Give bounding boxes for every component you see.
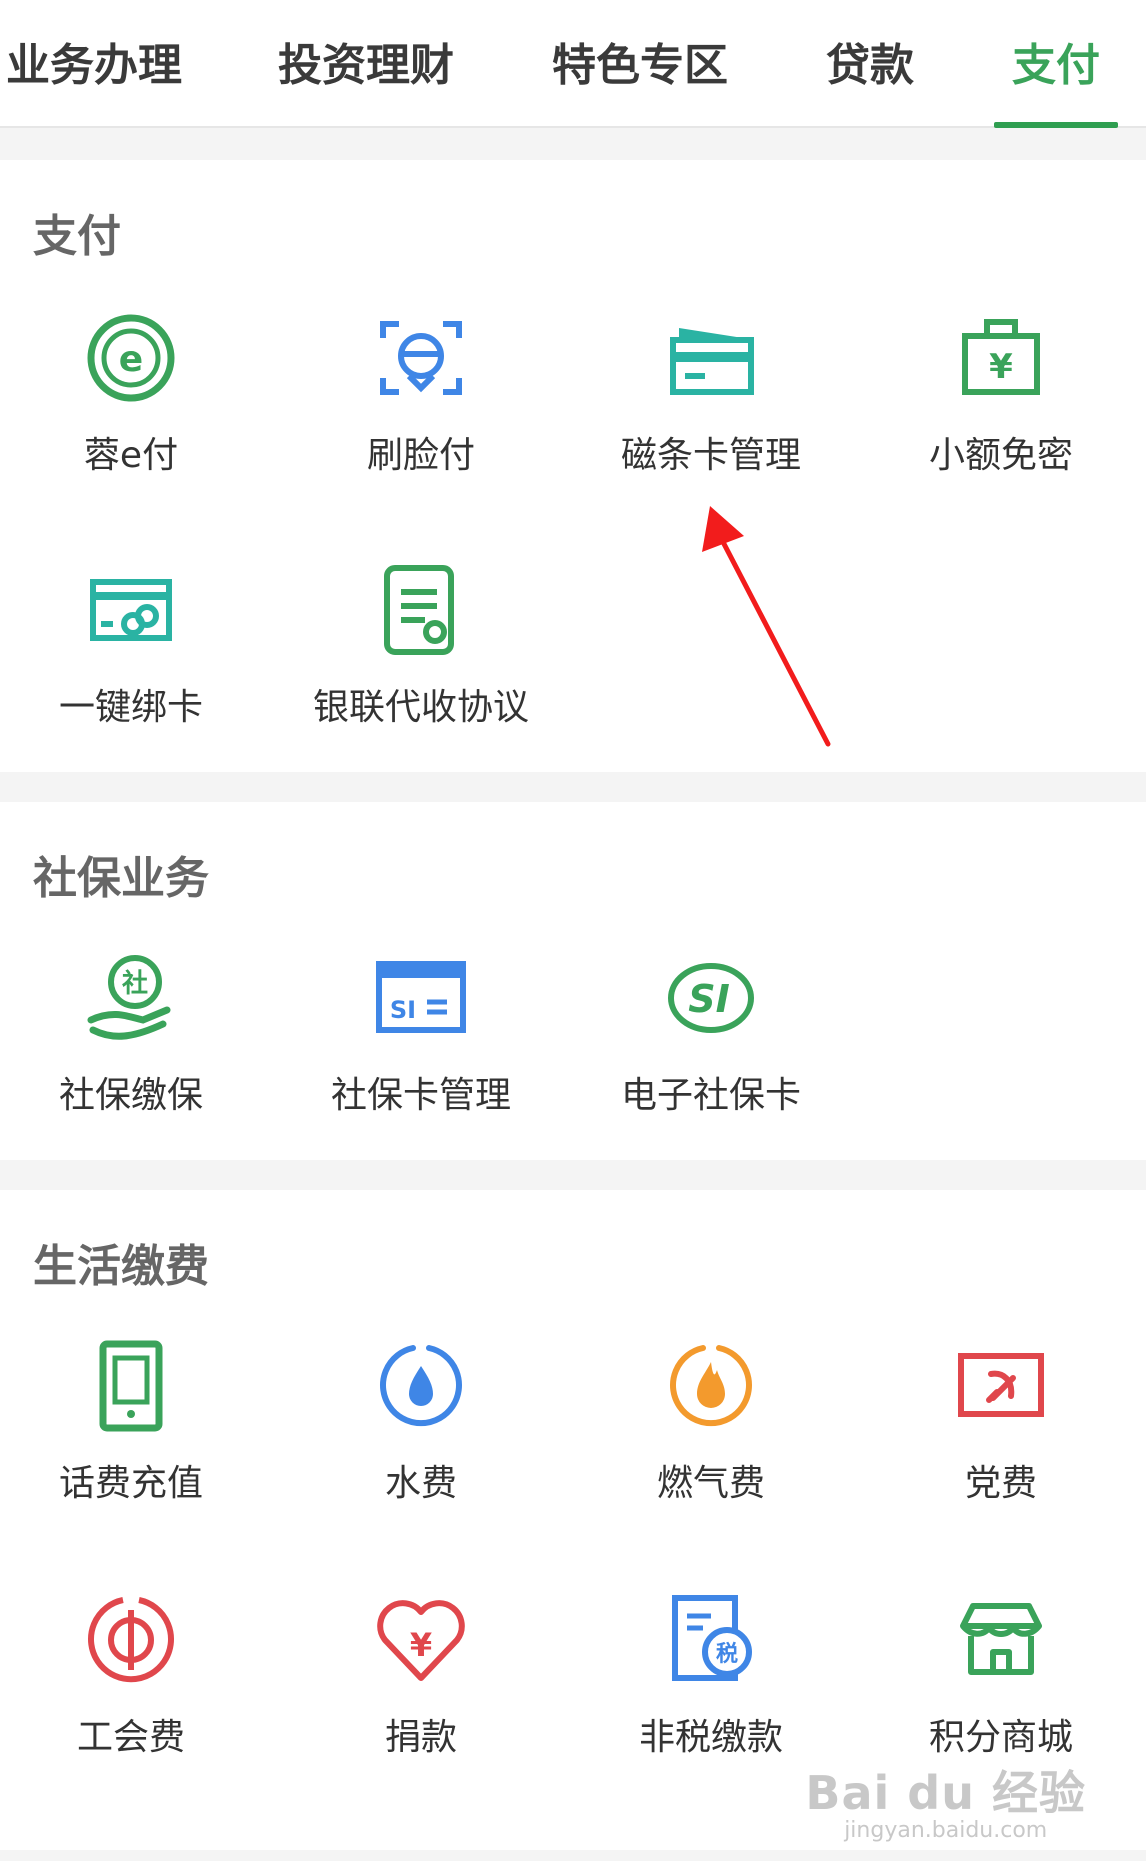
e-social-card-icon: SI	[663, 950, 759, 1046]
union-fee-icon	[83, 1592, 179, 1688]
watermark: Bai du 经验 jingyan.baidu.com	[805, 1768, 1086, 1843]
active-tab-indicator	[994, 122, 1118, 128]
bind-card-icon	[83, 562, 179, 658]
item-social-card[interactable]: SI 社保卡管理	[276, 950, 566, 1150]
magnetic-card-icon	[663, 310, 759, 406]
unionpay-agreement-icon	[373, 562, 469, 658]
item-label: 工会费	[76, 1717, 185, 1758]
section-title-social: 社保业务	[33, 853, 209, 904]
rong-e-glyph: e	[119, 339, 143, 380]
item-rong-e-pay[interactable]: e 蓉e付	[0, 310, 276, 510]
section-social-security: 社保业务 社 社保缴保 SI 社保卡管理 SI 电子社保卡	[0, 802, 1146, 1160]
item-party-fee[interactable]: 党费	[856, 1338, 1146, 1538]
item-face-pay[interactable]: 刷脸付	[276, 310, 566, 510]
watermark-logo: Bai du 经验	[805, 1766, 1086, 1821]
tax-glyph: 税	[716, 1641, 738, 1667]
si-glyph: SI	[390, 996, 416, 1024]
item-label: 话费充值	[58, 1463, 203, 1504]
item-label: 蓉e付	[83, 435, 179, 476]
tab-featured[interactable]: 特色专区	[552, 36, 728, 96]
section-payment: 支付 e 蓉e付 刷脸付 磁条卡管理 ¥ 小额免密 一键绑卡 银联代收协议	[0, 160, 1146, 772]
small-amount-icon: ¥	[953, 310, 1049, 406]
tab-business[interactable]: 业务办理	[6, 36, 182, 96]
item-label: 刷脸付	[366, 435, 475, 476]
item-phone-recharge[interactable]: 话费充值	[0, 1338, 276, 1538]
tab-loans[interactable]: 贷款	[826, 36, 914, 96]
social-card-icon: SI	[373, 950, 469, 1046]
yen-glyph: ¥	[410, 1626, 432, 1664]
item-label: 社保卡管理	[330, 1075, 511, 1116]
item-water[interactable]: 水费	[276, 1338, 566, 1538]
item-union-fee[interactable]: 工会费	[0, 1592, 276, 1792]
water-icon	[373, 1338, 469, 1434]
item-donation[interactable]: ¥ 捐款	[276, 1592, 566, 1792]
item-non-tax[interactable]: 税 非税缴款	[566, 1592, 856, 1792]
top-tab-bar: 业务办理 投资理财 特色专区 贷款 支付	[0, 0, 1146, 128]
item-label: 电子社保卡	[620, 1075, 801, 1116]
item-small-amount[interactable]: ¥ 小额免密	[856, 310, 1146, 510]
item-label: 银联代收协议	[312, 687, 529, 728]
phone-recharge-icon	[83, 1338, 179, 1434]
tab-payment[interactable]: 支付	[1012, 36, 1100, 96]
face-pay-icon	[373, 310, 469, 406]
section-title-payment: 支付	[33, 211, 121, 262]
item-label: 磁条卡管理	[620, 435, 801, 476]
item-label: 非税缴款	[638, 1717, 783, 1758]
si-glyph-e: SI	[688, 977, 730, 1021]
yen-glyph: ¥	[989, 347, 1013, 387]
donation-icon: ¥	[373, 1592, 469, 1688]
item-unionpay-agreement[interactable]: 银联代收协议	[276, 562, 566, 762]
item-label: 小额免密	[928, 435, 1073, 476]
section-title-life: 生活缴费	[33, 1241, 209, 1292]
item-points-mall[interactable]: 积分商城	[856, 1592, 1146, 1792]
section-life-payment: 生活缴费 话费充值 水费 燃气费 党费 工会费 ¥ 捐款 税 非税缴款 积分商城	[0, 1190, 1146, 1850]
item-bind-card[interactable]: 一键绑卡	[0, 562, 276, 762]
item-label: 一键绑卡	[58, 687, 203, 728]
item-gas[interactable]: 燃气费	[566, 1338, 856, 1538]
party-fee-icon	[953, 1338, 1049, 1434]
item-label: 水费	[384, 1463, 457, 1504]
non-tax-icon: 税	[663, 1592, 759, 1688]
social-glyph: 社	[122, 968, 148, 999]
item-label: 社保缴保	[58, 1075, 203, 1116]
item-social-payment[interactable]: 社 社保缴保	[0, 950, 276, 1150]
gas-icon	[663, 1338, 759, 1434]
item-label: 捐款	[384, 1717, 457, 1758]
item-label: 燃气费	[656, 1463, 765, 1504]
watermark-url: jingyan.baidu.com	[844, 1817, 1048, 1843]
rong-e-pay-icon: e	[83, 310, 179, 406]
social-payment-icon: 社	[83, 950, 179, 1046]
points-mall-icon	[953, 1592, 1049, 1688]
item-e-social-card[interactable]: SI 电子社保卡	[566, 950, 856, 1150]
item-label: 党费	[964, 1463, 1037, 1504]
tab-investment[interactable]: 投资理财	[278, 36, 454, 96]
item-magnetic-card[interactable]: 磁条卡管理	[566, 310, 856, 510]
item-label: 积分商城	[928, 1717, 1073, 1758]
